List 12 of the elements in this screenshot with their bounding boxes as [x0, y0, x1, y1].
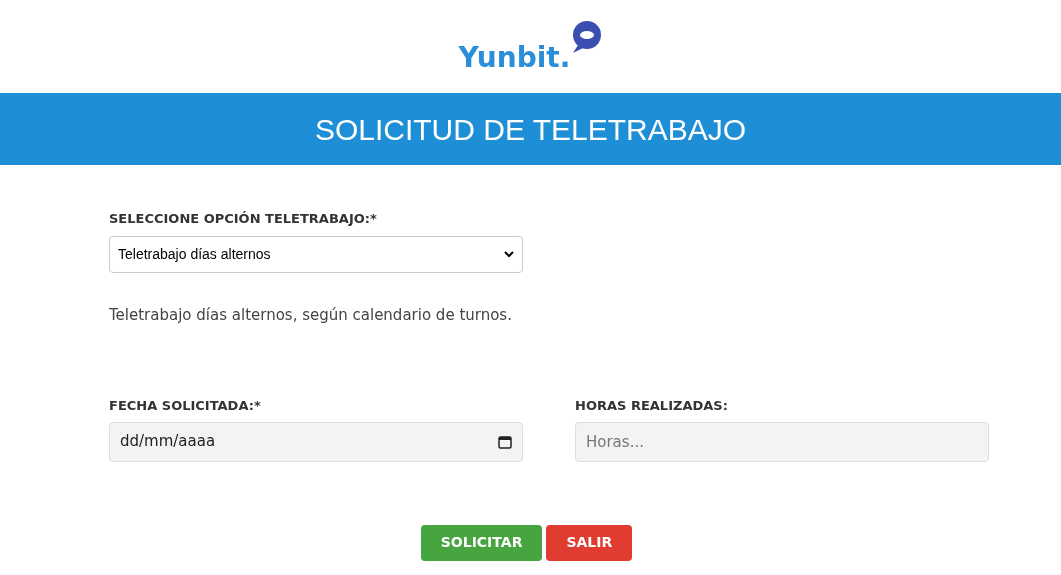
- chevron-down-icon: [504, 251, 514, 258]
- exit-button[interactable]: SALIR: [546, 524, 633, 561]
- logo: Yunbit.: [458, 19, 603, 74]
- description-text: Teletrabajo días alternos, según calendario de turnos.: [109, 305, 512, 326]
- field-label: SELECCIONE OPCIÓN TELETRABAJO:*: [109, 211, 377, 227]
- field-label: FECHA SOLICITADA:*: [109, 397, 261, 414]
- field-label: HORAS REALIZADAS:: [575, 397, 728, 414]
- page-title: SOLICITUD DE TELETRABAJO: [314, 111, 747, 148]
- hours-field[interactable]: Horas...: [575, 421, 989, 462]
- option-select[interactable]: Teletrabajo días alternos: [109, 236, 523, 273]
- date-field[interactable]: dd/mm/aaaa: [109, 421, 523, 462]
- calendar-icon: [498, 434, 512, 449]
